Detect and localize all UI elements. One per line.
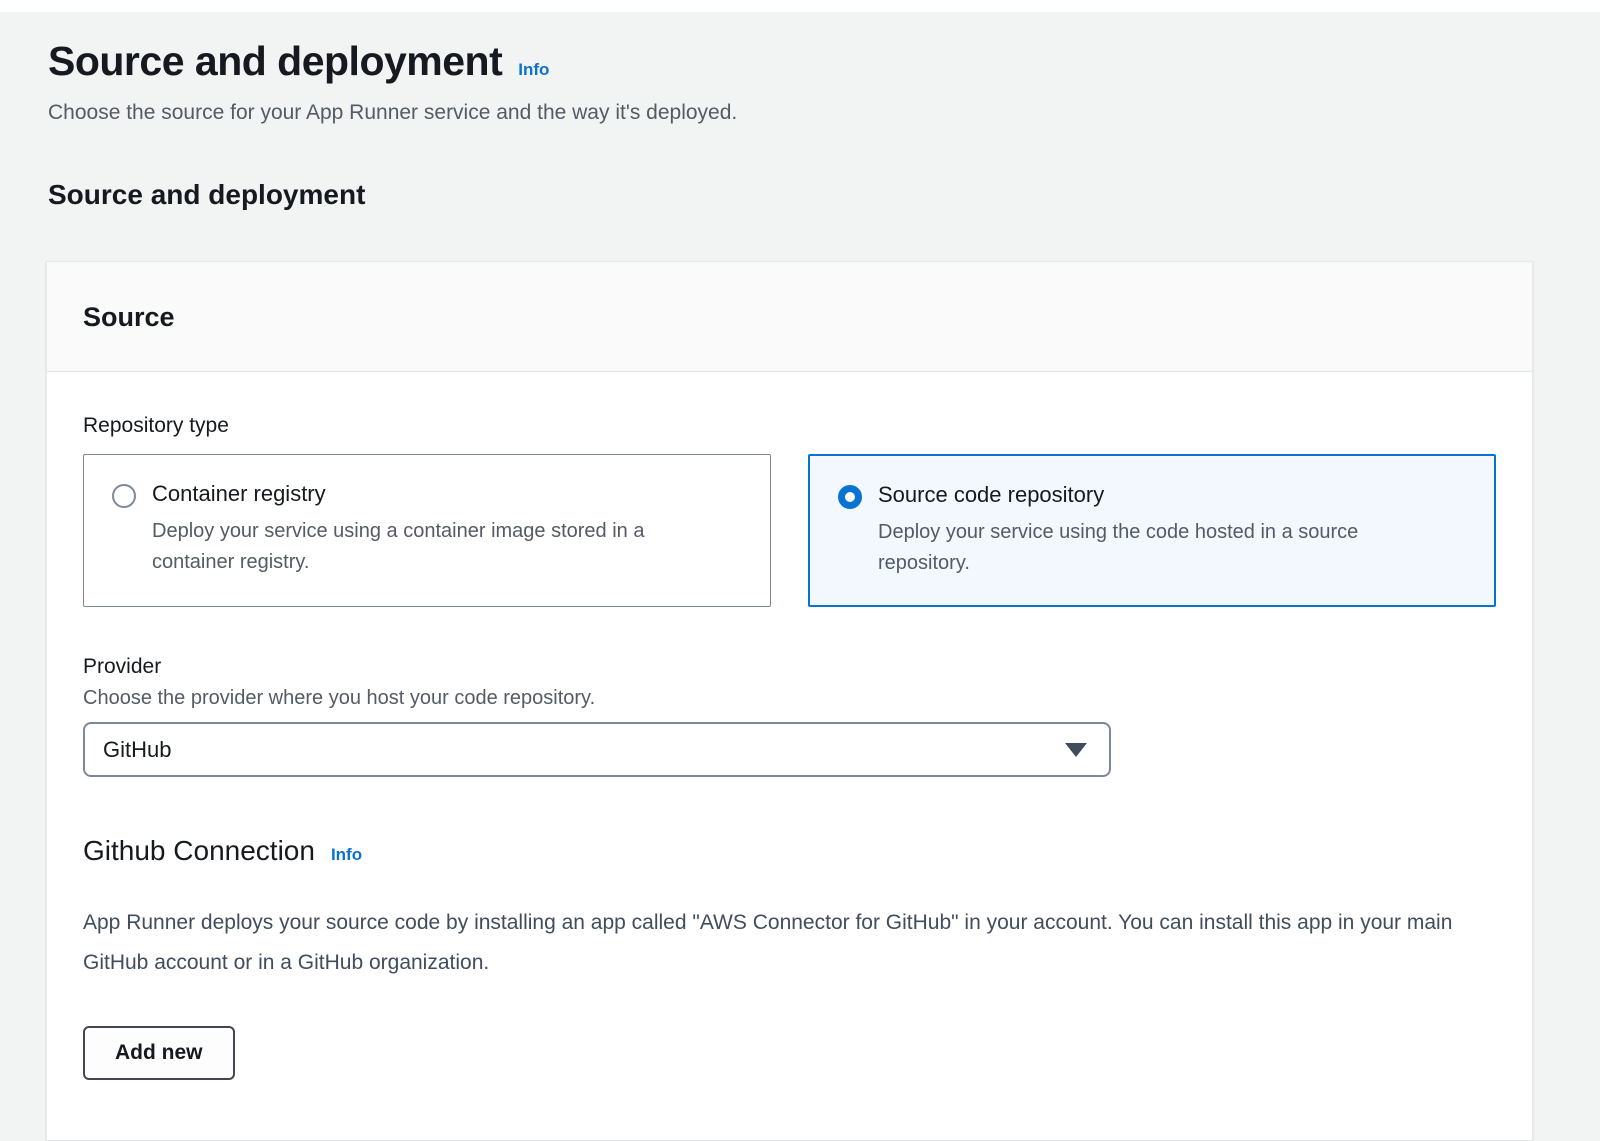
github-connection-heading: Github Connection [83, 835, 315, 867]
provider-selected-value: GitHub [103, 737, 171, 763]
github-connection-section: Github Connection Info App Runner deploy… [83, 835, 1496, 1080]
repository-type-tiles: Container registry Deploy your service u… [83, 454, 1496, 607]
page-title: Source and deployment [48, 38, 502, 85]
page-content: Source and deployment Info Choose the so… [0, 12, 1600, 1141]
radio-button-icon[interactable] [112, 484, 136, 508]
page-title-info-link[interactable]: Info [518, 60, 549, 80]
caret-down-icon [1065, 743, 1087, 757]
radio-button-checked-icon[interactable] [838, 485, 862, 509]
github-connection-description: App Runner deploys your source code by i… [83, 903, 1473, 984]
source-panel-title: Source [83, 302, 1496, 333]
provider-label: Provider [83, 655, 1496, 679]
github-connection-info-link[interactable]: Info [331, 845, 362, 865]
page-header: Source and deployment Info [48, 38, 1552, 85]
github-connection-header: Github Connection Info [83, 835, 1496, 867]
provider-select[interactable]: GitHub [83, 722, 1111, 777]
source-panel-body: Repository type Container registry Deplo… [47, 372, 1532, 1140]
tile-title: Source code repository [878, 482, 1438, 508]
tile-title: Container registry [152, 481, 712, 507]
add-new-button[interactable]: Add new [83, 1026, 235, 1080]
repository-type-label: Repository type [83, 414, 1496, 438]
tile-description: Deploy your service using the code hoste… [878, 517, 1438, 579]
section-heading: Source and deployment [48, 179, 1552, 211]
provider-field: Provider Choose the provider where you h… [83, 655, 1496, 777]
source-panel: Source Repository type Container registr… [46, 261, 1533, 1141]
provider-description: Choose the provider where you host your … [83, 687, 1496, 710]
top-strip [0, 0, 1600, 12]
page-subtitle: Choose the source for your App Runner se… [48, 101, 1552, 125]
tile-source-code-repository[interactable]: Source code repository Deploy your servi… [808, 454, 1496, 607]
tile-description: Deploy your service using a container im… [152, 516, 712, 578]
source-panel-header: Source [47, 262, 1532, 372]
tile-container-registry[interactable]: Container registry Deploy your service u… [83, 454, 771, 607]
